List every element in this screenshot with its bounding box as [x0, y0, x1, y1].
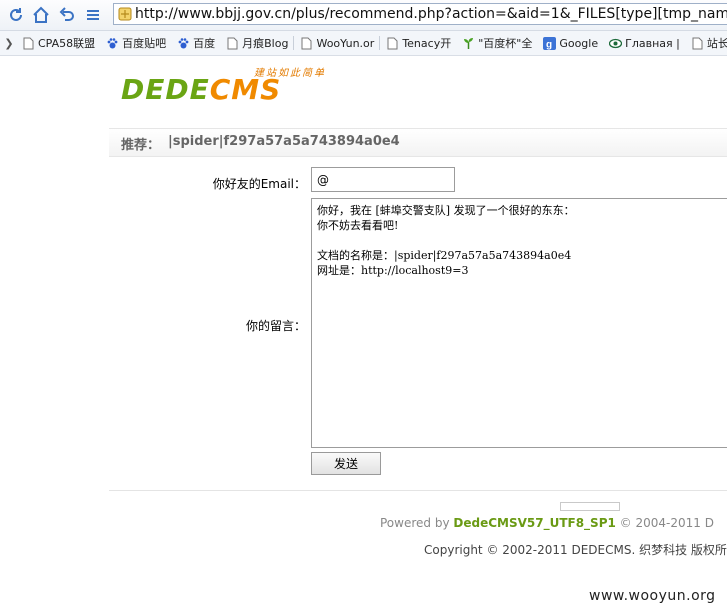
bookmark-label: 站长工 — [706, 37, 727, 50]
bookmark-label: CPA58联盟 — [38, 37, 96, 50]
footer-box — [560, 502, 620, 511]
url-text: http://www.bbjj.gov.cn/plus/recommend.ph… — [135, 6, 727, 22]
dedecms-logo[interactable]: 建站如此简单 DEDECMS — [121, 66, 336, 106]
baidu-paw-icon — [178, 37, 189, 48]
baidu-paw-icon — [107, 37, 118, 48]
bookmark-baidu-tieba[interactable]: 百度贴吧 — [100, 33, 171, 53]
message-line: 你好，我在 [蚌埠交警支队] 发现了一个很好的东东： — [317, 204, 575, 217]
refresh-icon[interactable] — [6, 5, 26, 25]
site-favicon-icon — [118, 7, 132, 21]
bookmark-label: WooYun.or — [316, 36, 375, 50]
logo-text-cms: CMS — [209, 73, 282, 106]
chevron-down-icon[interactable]: ❯ — [2, 37, 16, 50]
bookmark-zhanzhang[interactable]: 站长工 — [685, 33, 727, 53]
bookmark-tenacy[interactable]: Tenacy开 — [380, 33, 456, 53]
bookmark-wooyun[interactable]: WooYun.or — [294, 33, 379, 53]
bookmark-baidu[interactable]: 百度 — [171, 33, 220, 53]
undo-icon[interactable] — [57, 5, 77, 25]
message-label: 你的留言： — [245, 319, 306, 333]
powered-version-link[interactable]: DedeCMSV57_UTF8_SP1 — [453, 516, 615, 530]
message-textarea[interactable]: 你好，我在 [蚌埠交警支队] 发现了一个很好的东东： 你不妨去看看吧! 文档的名… — [311, 198, 727, 448]
page-icon — [23, 37, 34, 49]
bookmark-google[interactable]: g Google — [537, 33, 603, 53]
bookmark-label: Google — [559, 36, 599, 50]
bookmark-baidu-cup[interactable]: "百度杯"全 — [456, 33, 537, 53]
address-bar[interactable]: http://www.bbjj.gov.cn/plus/recommend.ph… — [113, 3, 727, 25]
copyright-text: Copyright © 2002-2011 DEDECMS. 织梦科技 版权所 — [424, 543, 727, 557]
bookmark-label: Tenacy开 — [402, 37, 452, 50]
bookmark-label: 月痕Blog — [242, 37, 289, 50]
recommend-label: 推荐： — [121, 138, 161, 153]
powered-by: Powered by DedeCMSV57_UTF8_SP1 © 2004-20… — [380, 516, 714, 530]
browser-toolbar: http://www.bbjj.gov.cn/plus/recommend.ph… — [0, 0, 727, 31]
message-line: 你不妨去看看吧! — [317, 219, 399, 232]
bookmark-label: 百度贴吧 — [122, 37, 167, 50]
bookmark-cpa58[interactable]: CPA58联盟 — [16, 33, 100, 53]
message-line — [317, 233, 725, 248]
page-icon — [692, 37, 703, 49]
powered-suffix: © 2004-2011 D — [615, 516, 714, 530]
recommend-header: 推荐： |spider|f297a57a5a743894a0e4 — [109, 128, 727, 157]
logo-text-dede: DEDE — [121, 73, 210, 106]
recommend-title: |spider|f297a57a5a743894a0e4 — [168, 134, 400, 149]
email-label: 你好友的Email： — [212, 177, 306, 191]
page-icon — [301, 37, 312, 49]
message-line: 文档的名称是：|spider|f297a57a5a743894a0e4 — [317, 249, 572, 262]
message-line: 网址是：http://localhost9=3 — [317, 264, 469, 277]
eye-icon — [609, 38, 623, 48]
logo-wordmark: DEDECMS — [121, 76, 281, 104]
home-icon[interactable] — [31, 5, 51, 25]
svg-text:g: g — [546, 39, 552, 50]
friend-email-input[interactable] — [311, 167, 455, 192]
send-button[interactable]: 发送 — [311, 452, 381, 475]
wooyun-watermark: www.wooyun.org — [589, 588, 716, 604]
bookmark-label: 百度 — [193, 37, 216, 50]
page-icon — [387, 37, 398, 49]
google-icon: g — [543, 36, 557, 50]
footer-divider — [109, 490, 727, 491]
powered-prefix: Powered by — [380, 516, 454, 530]
page-icon — [227, 37, 238, 49]
bookmarks-bar: ❯ CPA58联盟 百度贴吧 百度 月痕Blog WooYun.or Tenac… — [0, 31, 727, 56]
bookmark-yuehen-blog[interactable]: 月痕Blog — [220, 33, 293, 53]
plant-icon — [464, 37, 474, 49]
bookmark-label: Главная | — [625, 36, 680, 50]
bookmark-glavnaya[interactable]: Главная | — [603, 33, 685, 53]
menu-icon[interactable] — [83, 5, 103, 25]
bookmark-label: "百度杯"全 — [478, 37, 533, 50]
